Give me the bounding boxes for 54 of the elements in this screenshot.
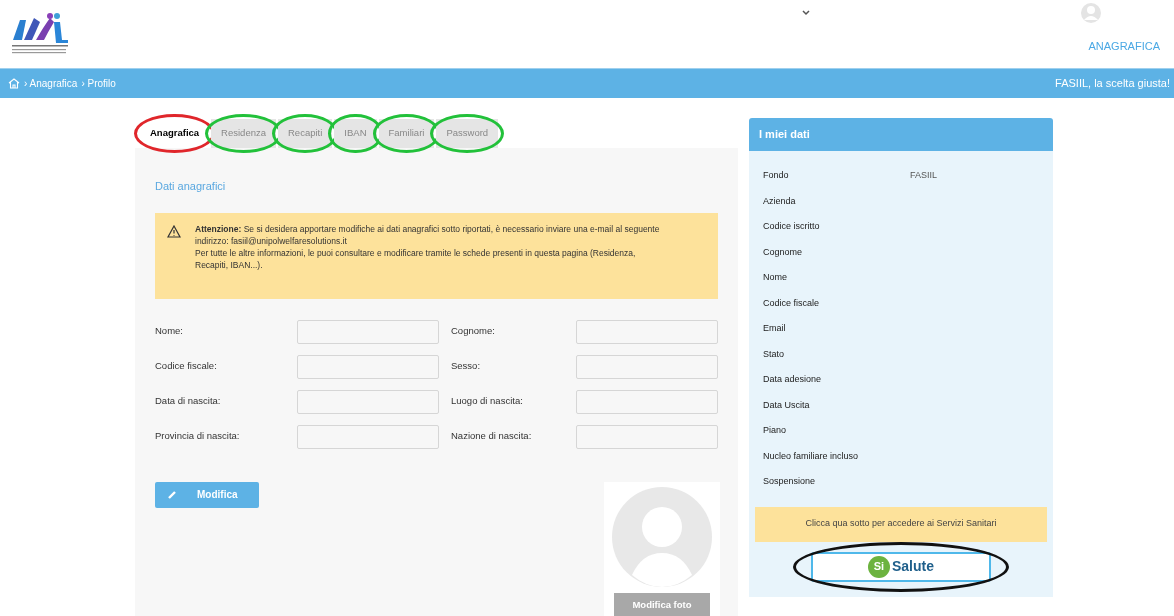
field-label: Provincia di nascita: xyxy=(155,429,241,444)
info-label: Sospensione xyxy=(763,475,817,488)
input-field[interactable] xyxy=(297,424,439,449)
info-label: Fondo xyxy=(763,169,790,182)
info-label: Data adesione xyxy=(763,373,823,386)
warning-icon xyxy=(167,224,181,238)
info-label: Codice fiscale xyxy=(763,296,821,310)
info-label: Piano xyxy=(763,424,788,437)
field-label: Nazione di nascita: xyxy=(451,429,533,444)
nav-link[interactable]: ANAGRAFICA xyxy=(1088,38,1160,55)
change-photo-button[interactable]: Modifica foto xyxy=(614,592,710,616)
tab[interactable]: Password xyxy=(436,119,499,148)
tab[interactable]: IBAN xyxy=(334,119,377,148)
salute-label: Salute xyxy=(892,557,934,576)
section-title: Dati anagrafici xyxy=(155,179,227,194)
breadcrumb-link[interactable]: › Profilo xyxy=(81,76,116,91)
info-label: Email xyxy=(763,322,787,335)
warning-text: Attenzione: Se si desidera apportare modifiche ai dati anagrafici sotto riportati, è necessario inviare una e-mail al seguente indirizzo: fasiil@unipolwelfaresolutions.it xyxy=(195,222,661,247)
edit-button[interactable]: Modifica xyxy=(155,481,259,508)
user-avatar-icon[interactable] xyxy=(1080,2,1102,24)
field-label: Sesso: xyxy=(451,359,482,374)
tab[interactable]: Recapiti xyxy=(278,119,333,148)
field-label: Luogo di nascita: xyxy=(451,394,524,409)
chevron-down-icon[interactable] xyxy=(802,10,810,16)
info-label: Data Uscita xyxy=(763,398,811,412)
info-label: Cognome xyxy=(763,245,804,259)
info-value: FASIIL xyxy=(910,169,937,182)
field-label: Codice fiscale: xyxy=(155,359,218,374)
info-label: Azienda xyxy=(763,194,797,208)
input-field[interactable] xyxy=(576,319,718,344)
input-field[interactable] xyxy=(297,319,439,344)
info-label: Nome xyxy=(763,271,788,284)
breadcrumb-link[interactable]: › Anagrafica xyxy=(24,76,78,91)
info-label: Codice iscritto xyxy=(763,220,821,233)
input-field[interactable] xyxy=(576,354,718,379)
info-label: Nucleo familiare incluso xyxy=(763,449,860,463)
input-field[interactable] xyxy=(297,389,439,414)
slogan-text: FASIIL, la scelta giusta! xyxy=(1055,76,1170,92)
info-label: Stato xyxy=(763,347,785,361)
home-icon[interactable] xyxy=(8,78,20,89)
field-label: Data di nascita: xyxy=(155,394,222,409)
badge: Si xyxy=(868,555,890,578)
tab[interactable]: Familiari xyxy=(378,119,435,148)
field-label: Cognome: xyxy=(451,324,496,339)
notice-box: Clicca qua sotto per accedere ai Servizi Sanitari xyxy=(755,506,1047,542)
salute-button[interactable]: Si Salute xyxy=(811,551,991,582)
input-field[interactable] xyxy=(576,389,718,414)
field-label: Nome: xyxy=(155,324,184,339)
card-header: I miei dati xyxy=(749,118,1053,151)
pencil-icon xyxy=(167,489,177,500)
tab[interactable]: Residenza xyxy=(211,119,276,148)
input-field[interactable] xyxy=(297,354,439,379)
warning-text: Per tutte le altre informazioni, le puoi consultare e modificare tramite le schede presenti in questa pagina (Residenza, Recapiti, IBAN...). xyxy=(195,246,637,271)
input-field[interactable] xyxy=(576,424,718,449)
